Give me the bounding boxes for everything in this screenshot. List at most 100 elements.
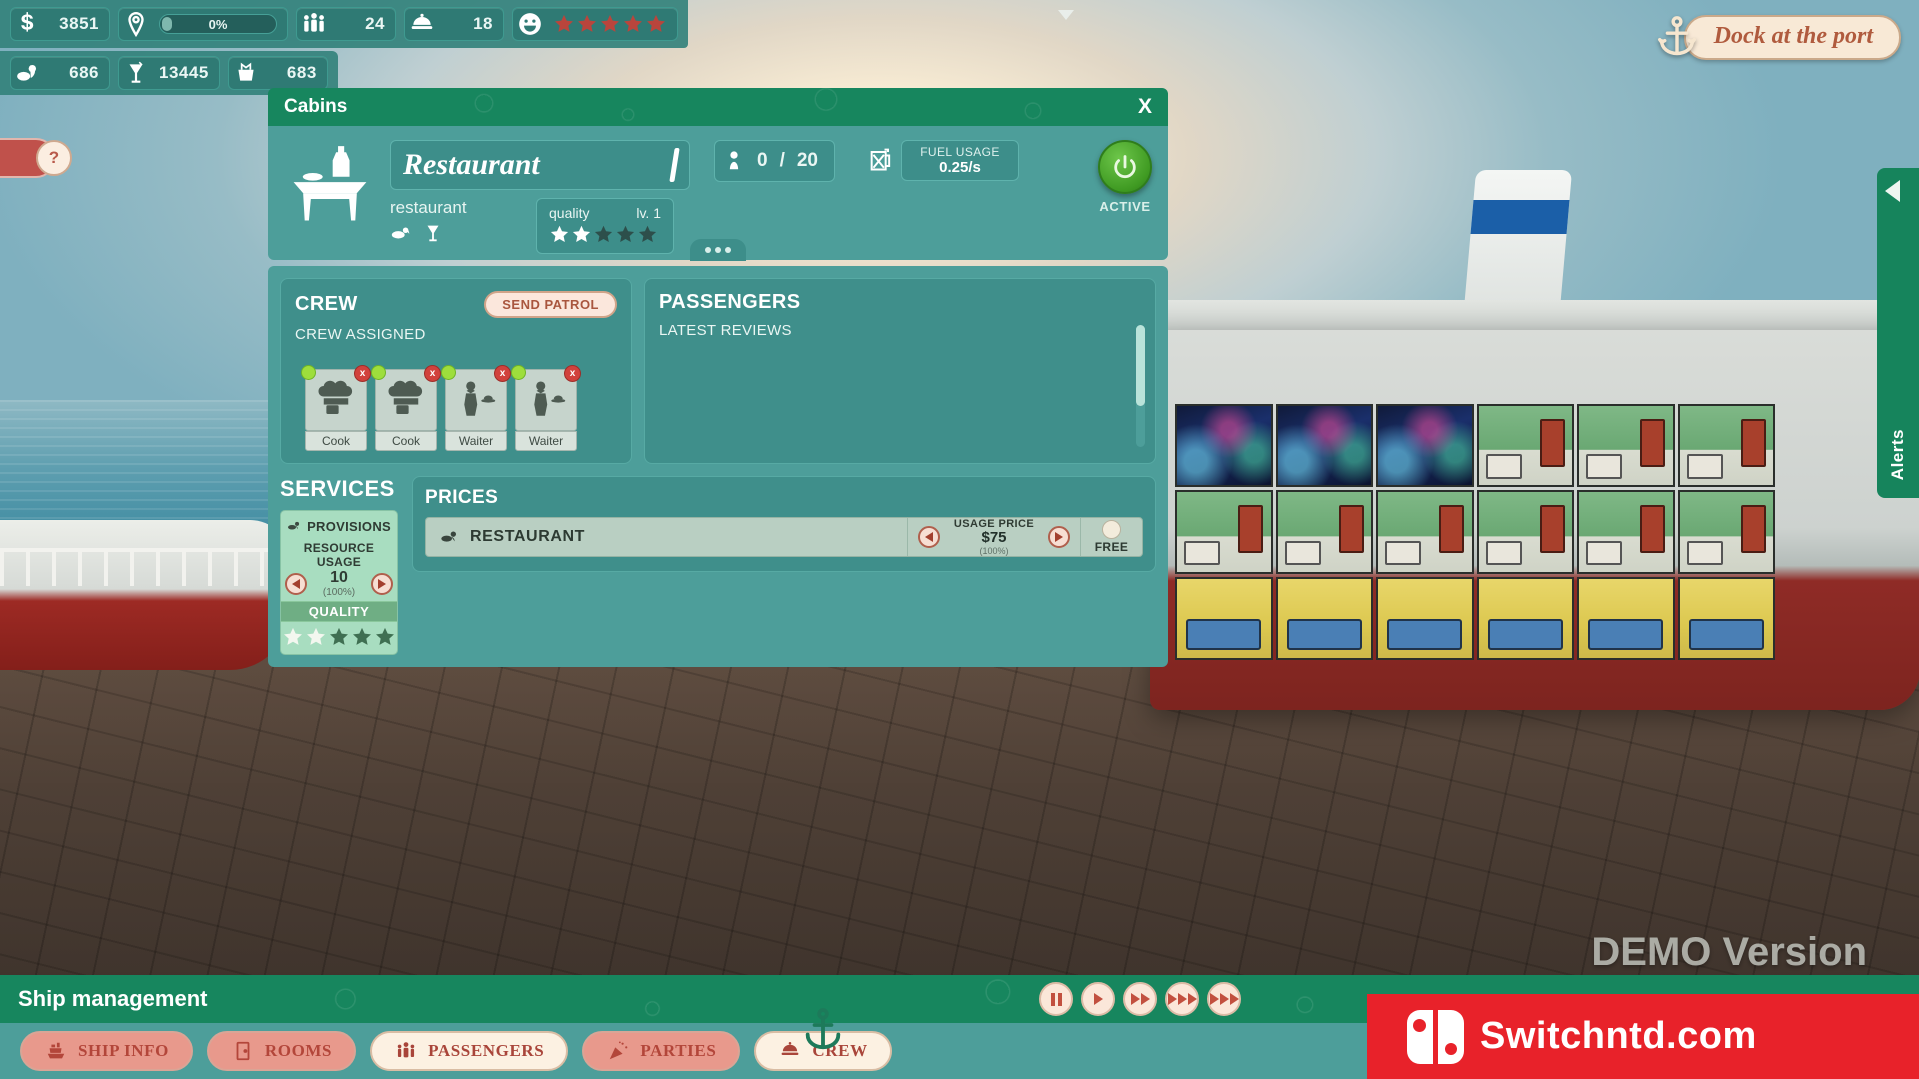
fuel-usage-value: 0.25/s — [916, 159, 1004, 176]
remove-crew-icon[interactable]: x — [564, 365, 581, 382]
restaurant-table-icon — [284, 140, 376, 232]
ffff-icon[interactable] — [1207, 982, 1241, 1016]
price-row: RESTAURANT USAGE PRICE $75 (100%) FRE — [425, 517, 1143, 557]
send-patrol-button[interactable]: SEND PATROL — [484, 291, 617, 318]
prices-title: PRICES — [425, 487, 1143, 509]
stat-cleaning: 683 — [228, 56, 328, 90]
provisions-name: PROVISIONS — [307, 519, 391, 534]
stat-location: 0% — [118, 7, 288, 41]
alerts-tab[interactable]: Alerts — [1877, 168, 1919, 498]
resource-usage-label: RESOURCE USAGE — [281, 541, 397, 569]
power-toggle-button[interactable] — [1098, 140, 1152, 194]
crew-value: 18 — [445, 14, 493, 34]
provisions-icon — [287, 516, 302, 536]
crew-card: CREW SEND PATROL CREW ASSIGNED x Cook — [280, 278, 632, 464]
fuel-usage-label: FUEL USAGE — [916, 145, 1004, 159]
price-item-name: RESTAURANT — [470, 528, 585, 546]
voyage-progress-value: 0% — [209, 17, 228, 32]
crew-member[interactable]: x Cook — [305, 369, 367, 451]
fuel-usage-box: FUEL USAGE 0.25/s — [901, 140, 1019, 181]
provisions-quality-stars[interactable] — [281, 622, 397, 654]
remove-crew-icon[interactable]: x — [424, 365, 441, 382]
pause-icon[interactable] — [1039, 982, 1073, 1016]
usage-price-value: $75 — [948, 530, 1040, 547]
free-toggle[interactable]: FREE — [1080, 518, 1142, 556]
provisions-icon — [15, 60, 41, 86]
nav-parties[interactable]: PARTIES — [582, 1031, 740, 1071]
provisions-quality-label: QUALITY — [281, 601, 397, 622]
remove-crew-icon[interactable]: x — [354, 365, 371, 382]
provisions-service-card[interactable]: PROVISIONS RESOURCE USAGE 10 (100%) QUAL… — [280, 510, 398, 655]
food-value: 686 — [51, 63, 99, 83]
cabins-dialog: Cabins X Restaurant restaurant — [268, 88, 1168, 667]
resource-usage-increase-button[interactable] — [371, 573, 393, 595]
crew-member-name: Waiter — [445, 431, 507, 451]
fuel-can-icon — [867, 145, 895, 177]
dialog-lower-panel: CREW SEND PATROL CREW ASSIGNED x Cook — [268, 266, 1168, 667]
status-ok-icon — [371, 365, 386, 380]
capacity-current: 0 — [757, 150, 768, 172]
switch-icon — [1407, 1010, 1464, 1064]
dialog-title: Cabins — [284, 96, 347, 118]
play-icon[interactable] — [1081, 982, 1115, 1016]
prices-card: PRICES RESTAURANT USAGE PRICE $75 (100%) — [412, 476, 1156, 572]
usage-price-percent: (100%) — [948, 546, 1040, 556]
cleaning-value: 683 — [269, 63, 317, 83]
ff-icon[interactable] — [1123, 982, 1157, 1016]
more-dots-icon[interactable] — [690, 239, 746, 261]
anchor-icon — [1654, 14, 1700, 60]
fff-icon[interactable] — [1165, 982, 1199, 1016]
party-icon — [606, 1040, 630, 1062]
price-decrease-button[interactable] — [918, 526, 940, 548]
dock-railing — [0, 548, 270, 586]
stat-crew: 18 — [404, 7, 504, 41]
resource-usage-decrease-button[interactable] — [285, 573, 307, 595]
dock-at-port-button[interactable]: Dock at the port — [1654, 14, 1901, 60]
reviews-scrollbar[interactable] — [1136, 325, 1145, 447]
ship-management-title: Ship management — [18, 986, 207, 1012]
dollar-icon — [15, 11, 41, 37]
nav-rooms[interactable]: ROOMS — [207, 1031, 356, 1071]
food-icon — [390, 222, 412, 244]
stat-drinks: 13445 — [118, 56, 220, 90]
stat-satisfaction — [512, 7, 678, 41]
anchor-icon — [800, 1007, 846, 1059]
usage-price-label: USAGE PRICE — [948, 518, 1040, 530]
satisfaction-stars — [553, 13, 667, 35]
drink-icon — [422, 222, 444, 244]
help-button[interactable]: ? — [36, 140, 72, 176]
crew-member[interactable]: x Cook — [375, 369, 437, 451]
provisions-icon — [438, 527, 462, 547]
capacity-separator: / — [780, 150, 785, 172]
resource-usage-percent: (100%) — [323, 587, 355, 598]
door-icon — [231, 1040, 255, 1062]
arrow-left-icon — [1885, 180, 1900, 202]
close-icon[interactable]: X — [1138, 95, 1152, 119]
person-icon — [723, 147, 745, 175]
room-name-value: Restaurant — [403, 150, 540, 180]
crew-assigned-label: CREW ASSIGNED — [295, 326, 617, 343]
voyage-progress-bar: 0% — [159, 14, 277, 34]
free-toggle-knob — [1102, 520, 1121, 539]
crew-member[interactable]: x Waiter — [445, 369, 507, 451]
crew-member-name: Waiter — [515, 431, 577, 451]
passengers-icon — [301, 11, 327, 37]
stat-food: 686 — [10, 56, 110, 90]
crew-member[interactable]: x Waiter — [515, 369, 577, 451]
dialog-header: Cabins X — [268, 88, 1168, 126]
room-power-group: ACTIVE — [1098, 140, 1152, 214]
status-ok-icon — [511, 365, 526, 380]
stat-money: 3851 — [10, 7, 110, 41]
nav-ship-info[interactable]: SHIP INFO — [20, 1031, 193, 1071]
room-name-input[interactable]: Restaurant — [390, 140, 690, 190]
drinks-value: 13445 — [159, 63, 209, 83]
crew-member-name: Cook — [375, 431, 437, 451]
price-increase-button[interactable] — [1048, 526, 1070, 548]
nav-ship-info-label: SHIP INFO — [78, 1041, 169, 1061]
site-logo: Switchntd.com — [1367, 994, 1919, 1079]
nav-passengers-label: PASSENGERS — [428, 1041, 544, 1061]
nav-passengers[interactable]: PASSENGERS — [370, 1031, 568, 1071]
remove-crew-icon[interactable]: x — [494, 365, 511, 382]
ship-icon — [44, 1040, 68, 1062]
free-label: FREE — [1095, 540, 1129, 554]
